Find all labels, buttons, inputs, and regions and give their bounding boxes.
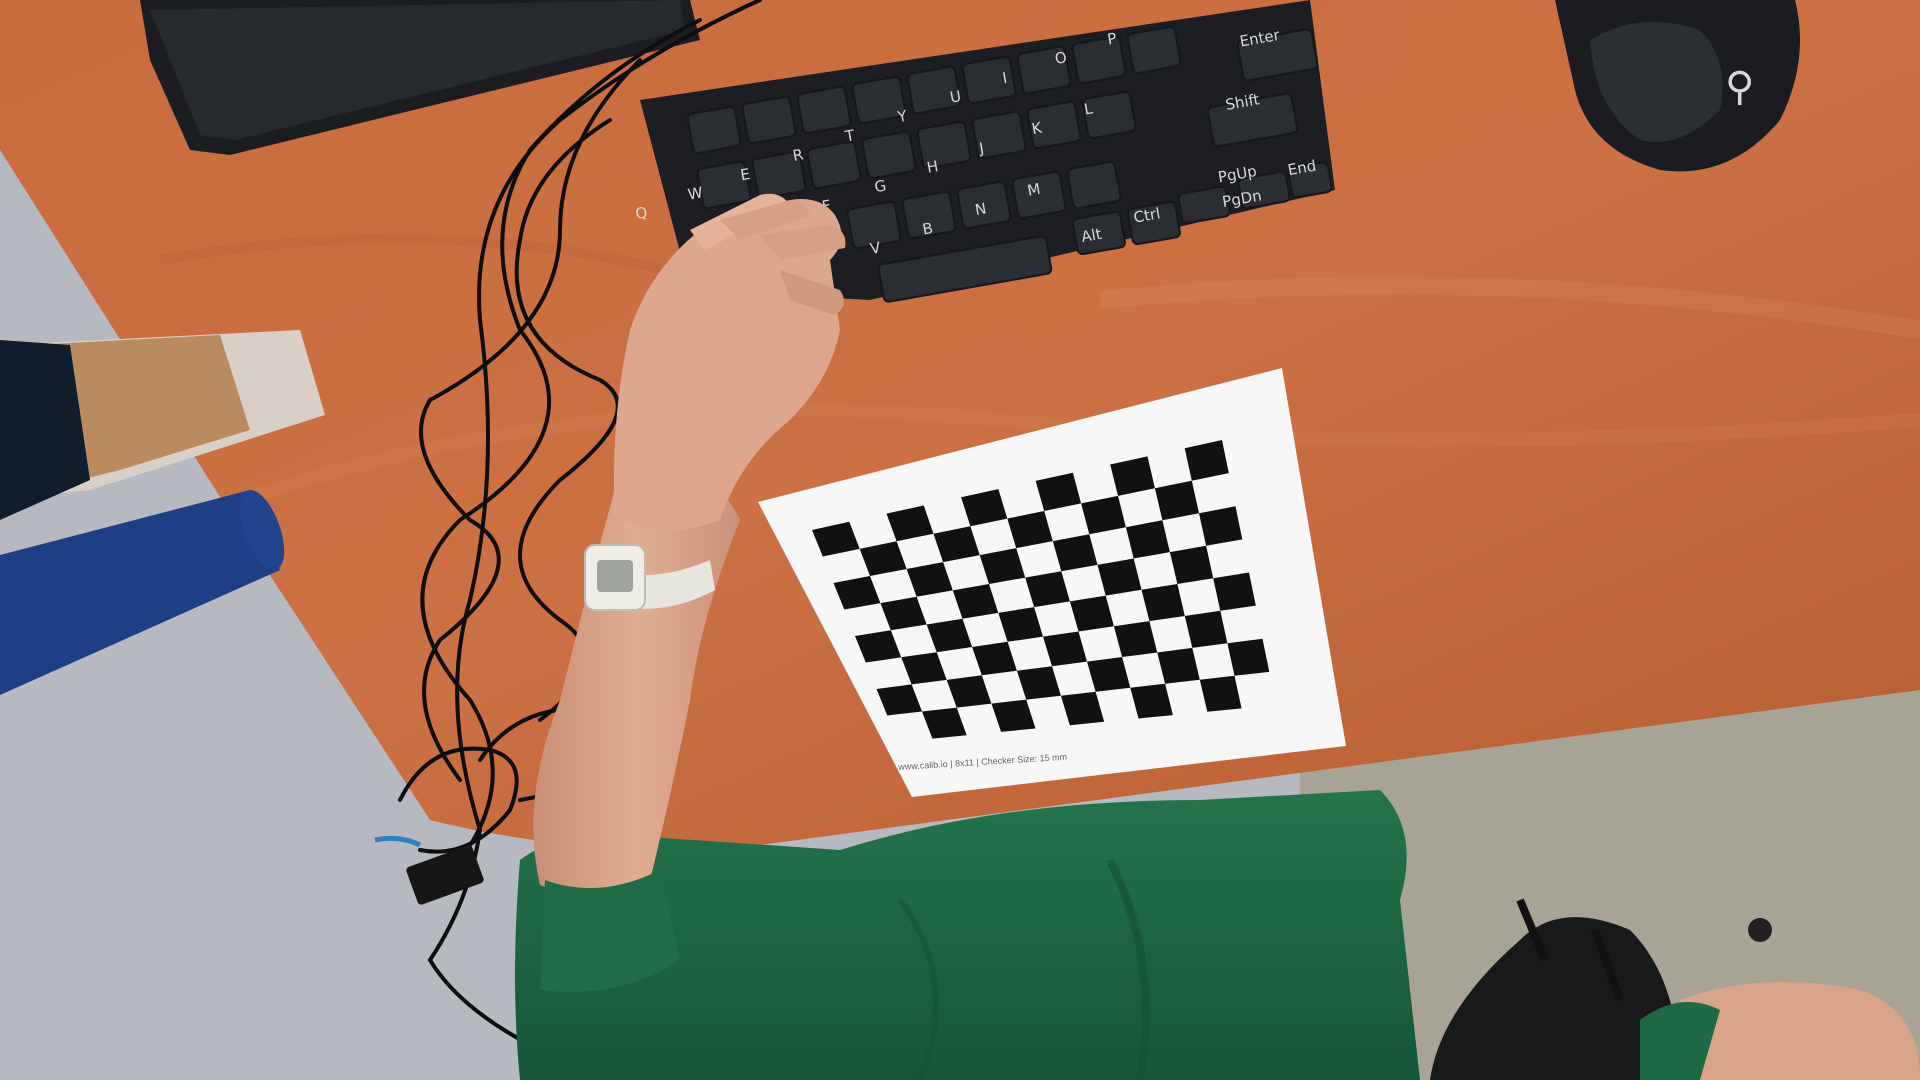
svg-text:⚲: ⚲ (1725, 64, 1754, 110)
checker-square (1125, 520, 1170, 559)
key-alt: Alt (1080, 225, 1103, 246)
checker-square (1213, 572, 1256, 611)
checker-square (1169, 545, 1214, 584)
checker-square (1199, 675, 1242, 712)
checker-square (1184, 610, 1228, 648)
checker-square (1227, 638, 1270, 676)
photo-canvas: Enter Shift P O I U Y T R E W Q L K J H … (0, 0, 1920, 1080)
checker-square (1199, 506, 1243, 546)
desk-photo: Enter Shift P O I U Y T R E W Q L K J H … (0, 0, 1920, 1080)
